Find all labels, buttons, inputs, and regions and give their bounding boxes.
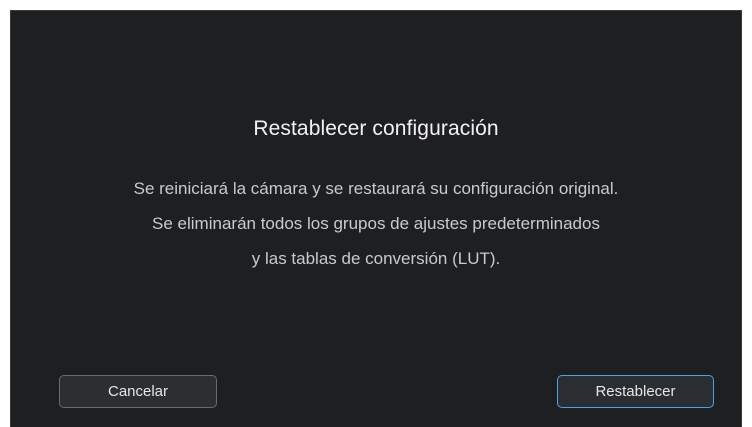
- message-line: Se reiniciará la cámara y se restaurará …: [133, 179, 619, 198]
- message-line: y las tablas de conversión (LUT).: [251, 249, 501, 268]
- message-line: Se eliminarán todos los grupos de ajuste…: [152, 214, 600, 233]
- cancel-button[interactable]: Cancelar: [59, 375, 217, 408]
- reset-button[interactable]: Restablecer: [557, 375, 714, 408]
- dialog-title: Restablecer configuración: [253, 117, 499, 140]
- reset-settings-dialog: Restablecer configuración Se reiniciará …: [10, 10, 742, 427]
- dialog-message: Se reiniciará la cámara y se restaurará …: [11, 171, 741, 276]
